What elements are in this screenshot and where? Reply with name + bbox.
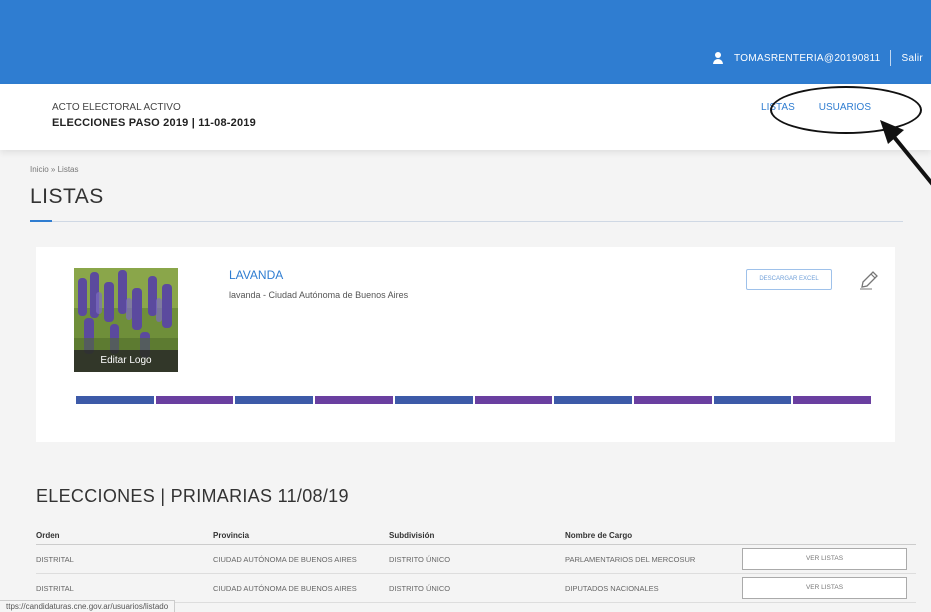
stripe-segment [313, 396, 393, 404]
cell-action: VER LISTAS [742, 573, 916, 603]
status-bar-url: ttps://candidaturas.cne.gov.ar/usuarios/… [0, 600, 176, 612]
download-excel-button[interactable]: DESCARGAR EXCEL [746, 269, 832, 290]
list-logo[interactable]: Editar Logo [74, 268, 178, 372]
cargos-table: Orden Provincia Subdivisión Nombre de Ca… [36, 527, 916, 603]
pencil-icon[interactable] [858, 269, 880, 291]
cell-subdivision: DISTRITO ÚNICO [389, 544, 565, 574]
stripe-segment [631, 396, 712, 404]
elecciones-title: ELECCIONES | PRIMARIAS 11/08/19 [36, 486, 349, 506]
cell-orden: DISTRITAL [36, 544, 213, 574]
stripe-segment [791, 396, 872, 404]
table-row: DISTRITAL CIUDAD AUTÓNOMA DE BUENOS AIRE… [36, 573, 916, 603]
ver-listas-button[interactable]: VER LISTAS [742, 577, 907, 599]
list-card: Editar Logo LAVANDA lavanda - Ciudad Aut… [36, 247, 895, 442]
page-header: Inicio » Listas LISTAS [30, 165, 903, 222]
breadcrumb-home[interactable]: Inicio [30, 165, 49, 174]
cell-cargo: PARLAMENTARIOS DEL MERCOSUR [565, 544, 742, 574]
header-provincia: Provincia [213, 527, 389, 545]
edit-logo-button[interactable]: Editar Logo [74, 350, 178, 372]
stripe-segment [392, 396, 473, 404]
stripe-segment [711, 396, 792, 404]
top-bar: TOMASRENTERIA@20190811 Salir [0, 0, 931, 84]
cell-orden: DISTRITAL [36, 573, 213, 603]
header-cargo: Nombre de Cargo [565, 527, 742, 545]
cell-provincia: CIUDAD AUTÓNOMA DE BUENOS AIRES [213, 544, 389, 574]
logout-link[interactable]: Salir [901, 53, 923, 64]
table-row: DISTRITAL CIUDAD AUTÓNOMA DE BUENOS AIRE… [36, 544, 916, 574]
user-menu: TOMASRENTERIA@20190811 Salir [712, 48, 923, 68]
stripe-segment [233, 396, 314, 404]
stripe-segment [552, 396, 632, 404]
header-action [742, 527, 916, 545]
cell-subdivision: DISTRITO ÚNICO [389, 573, 565, 603]
list-name-link[interactable]: LAVANDA [229, 268, 283, 282]
acto-title: ELECCIONES PASO 2019 | 11-08-2019 [52, 117, 256, 129]
cell-action: VER LISTAS [742, 544, 916, 574]
header-subdivision: Subdivisión [389, 527, 565, 545]
list-subtitle: lavanda - Ciudad Autónoma de Buenos Aire… [229, 290, 409, 300]
table-header-row: Orden Provincia Subdivisión Nombre de Ca… [36, 527, 916, 545]
header-orden: Orden [36, 527, 213, 545]
title-divider [30, 220, 903, 222]
ver-listas-button[interactable]: VER LISTAS [742, 548, 907, 570]
stripe-segment [472, 396, 553, 404]
cell-cargo: DIPUTADOS NACIONALES [565, 573, 742, 603]
breadcrumb-separator: » [50, 165, 56, 174]
page-title: LISTAS [30, 185, 104, 208]
stripe-segment [76, 396, 154, 404]
breadcrumb-current: Listas [57, 165, 79, 174]
stripe-segment [153, 396, 234, 404]
cell-provincia: CIUDAD AUTÓNOMA DE BUENOS AIRES [213, 573, 389, 603]
breadcrumb: Inicio » Listas [30, 165, 903, 174]
color-stripe [76, 396, 872, 404]
acto-label: ACTO ELECTORAL ACTIVO [52, 102, 181, 113]
divider [890, 50, 892, 66]
username-link[interactable]: TOMASRENTERIA@20190811 [734, 53, 880, 64]
user-icon [712, 52, 724, 64]
